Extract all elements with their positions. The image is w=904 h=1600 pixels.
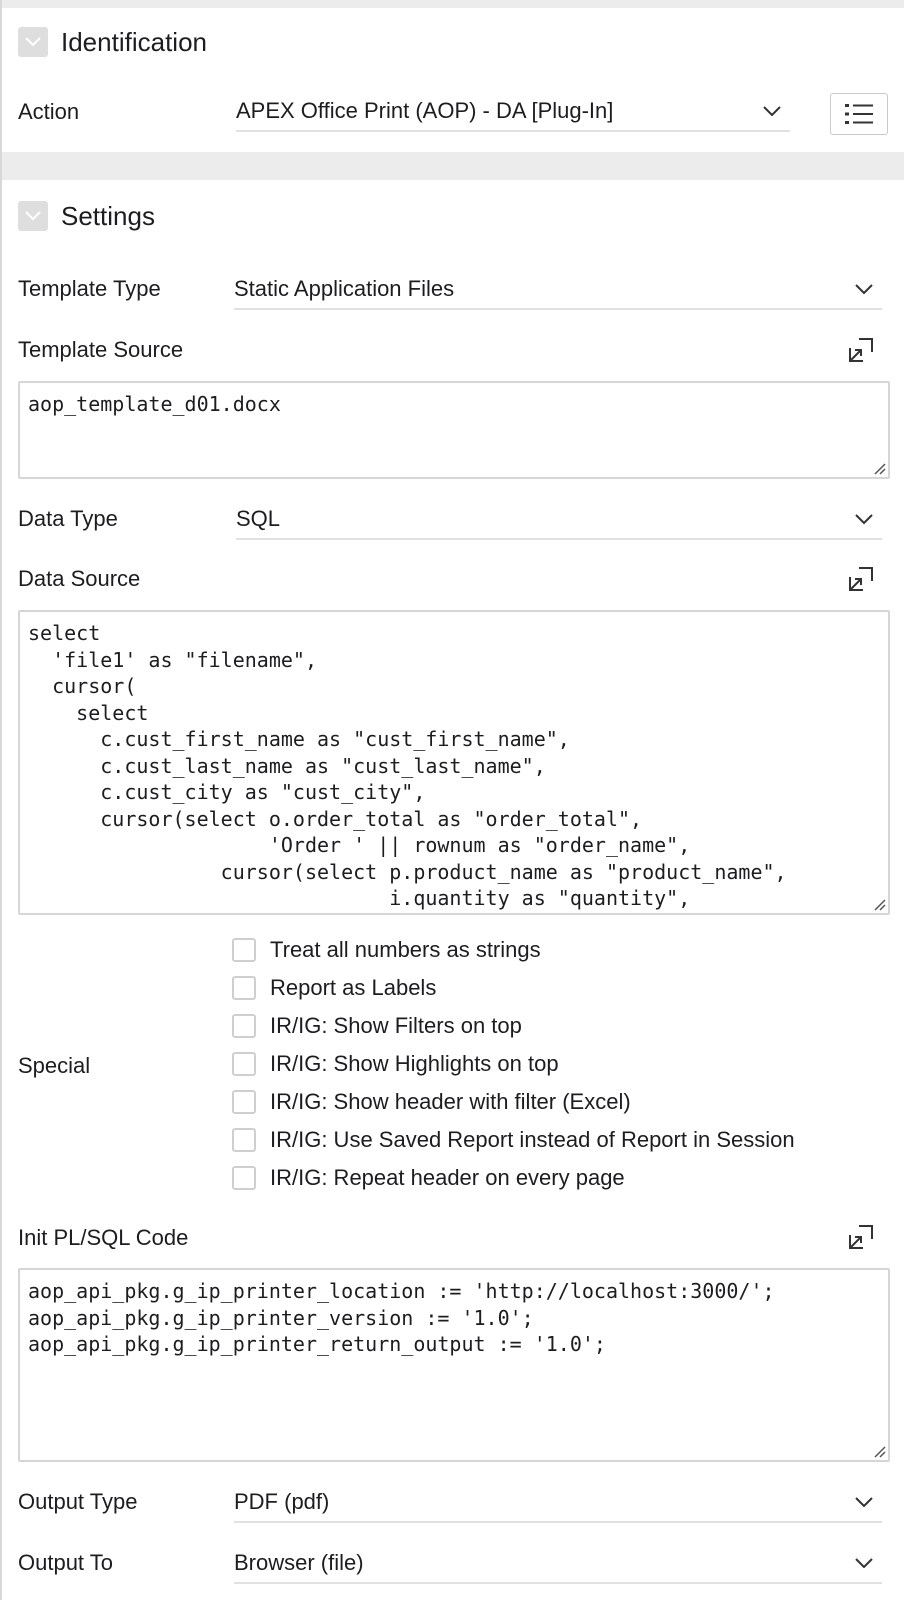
checkbox[interactable] bbox=[232, 976, 256, 1000]
checkbox-treat-numbers-as-strings[interactable]: Treat all numbers as strings bbox=[232, 935, 541, 965]
chevron-down-icon bbox=[852, 277, 876, 301]
panel-left-border bbox=[0, 0, 2, 1600]
template-source-value: aop_template_d01.docx bbox=[28, 392, 281, 416]
data-type-label: Data Type bbox=[18, 506, 118, 531]
identification-title: Identification bbox=[61, 26, 207, 57]
checkbox-label: Report as Labels bbox=[270, 975, 437, 1000]
checkbox-show-header-with-filter[interactable]: IR/IG: Show header with filter (Excel) bbox=[232, 1087, 631, 1117]
data-type-select[interactable]: SQL bbox=[236, 500, 882, 540]
output-type-value: PDF (pdf) bbox=[234, 1489, 330, 1514]
checkbox[interactable] bbox=[232, 1014, 256, 1038]
action-label: Action bbox=[18, 99, 80, 124]
settings-title: Settings bbox=[61, 200, 155, 231]
settings-header[interactable]: Settings bbox=[18, 200, 155, 232]
data-source-input[interactable]: select 'file1' as "filename", cursor( se… bbox=[18, 610, 890, 915]
output-type-select[interactable]: PDF (pdf) bbox=[234, 1483, 882, 1523]
identification-header[interactable]: Identification bbox=[18, 26, 207, 58]
expand-editor-icon[interactable] bbox=[846, 564, 876, 594]
chevron-down-icon[interactable] bbox=[18, 201, 48, 231]
checkbox-label: IR/IG: Show Filters on top bbox=[270, 1013, 522, 1038]
checkbox-show-filters-on-top[interactable]: IR/IG: Show Filters on top bbox=[232, 1011, 522, 1041]
checkbox-label: IR/IG: Repeat header on every page bbox=[270, 1165, 625, 1190]
chevron-down-icon bbox=[852, 507, 876, 531]
init-code-label: Init PL/SQL Code bbox=[18, 1225, 189, 1250]
action-value: APEX Office Print (AOP) - DA [Plug-In] bbox=[236, 98, 614, 123]
checkbox-use-saved-report[interactable]: IR/IG: Use Saved Report instead of Repor… bbox=[232, 1125, 795, 1155]
template-type-label: Template Type bbox=[18, 276, 161, 301]
expand-editor-icon[interactable] bbox=[846, 335, 876, 365]
list-icon bbox=[845, 104, 873, 124]
checkbox-repeat-header[interactable]: IR/IG: Repeat header on every page bbox=[232, 1163, 625, 1193]
resize-grip-icon[interactable] bbox=[872, 897, 886, 911]
checkbox-label: IR/IG: Show Highlights on top bbox=[270, 1051, 559, 1076]
chevron-down-icon bbox=[852, 1490, 876, 1514]
checkbox[interactable] bbox=[232, 1166, 256, 1190]
list-button[interactable] bbox=[830, 93, 888, 135]
section-separator bbox=[2, 152, 904, 180]
special-label: Special bbox=[18, 1053, 91, 1078]
resize-grip-icon[interactable] bbox=[872, 461, 886, 475]
template-type-value: Static Application Files bbox=[234, 276, 455, 301]
init-code-input[interactable]: aop_api_pkg.g_ip_printer_location := 'ht… bbox=[18, 1268, 890, 1462]
checkbox[interactable] bbox=[232, 1128, 256, 1152]
expand-editor-icon[interactable] bbox=[846, 1222, 876, 1252]
output-to-select[interactable]: Browser (file) bbox=[234, 1544, 882, 1584]
checkbox-show-highlights-on-top[interactable]: IR/IG: Show Highlights on top bbox=[232, 1049, 559, 1079]
checkbox-label: IR/IG: Use Saved Report instead of Repor… bbox=[270, 1127, 795, 1152]
checkbox-label: Treat all numbers as strings bbox=[270, 937, 541, 962]
output-type-label: Output Type bbox=[18, 1489, 138, 1514]
data-source-value: select 'file1' as "filename", cursor( se… bbox=[28, 621, 787, 910]
template-source-input[interactable]: aop_template_d01.docx bbox=[18, 381, 890, 479]
init-code-value: aop_api_pkg.g_ip_printer_location := 'ht… bbox=[28, 1279, 775, 1356]
checkbox[interactable] bbox=[232, 1052, 256, 1076]
resize-grip-icon[interactable] bbox=[872, 1444, 886, 1458]
template-source-label: Template Source bbox=[18, 337, 184, 362]
chevron-down-icon bbox=[852, 1551, 876, 1575]
output-to-label: Output To bbox=[18, 1550, 113, 1575]
checkbox[interactable] bbox=[232, 938, 256, 962]
checkbox-report-as-labels[interactable]: Report as Labels bbox=[232, 973, 436, 1003]
chevron-down-icon[interactable] bbox=[18, 27, 48, 57]
top-separator bbox=[2, 0, 904, 8]
data-type-value: SQL bbox=[236, 506, 281, 531]
data-source-label: Data Source bbox=[18, 566, 141, 591]
checkbox-label: IR/IG: Show header with filter (Excel) bbox=[270, 1089, 631, 1114]
action-select[interactable]: APEX Office Print (AOP) - DA [Plug-In] bbox=[236, 92, 790, 132]
checkbox[interactable] bbox=[232, 1090, 256, 1114]
output-to-value: Browser (file) bbox=[234, 1550, 364, 1575]
chevron-down-icon bbox=[760, 99, 784, 123]
template-type-select[interactable]: Static Application Files bbox=[234, 270, 882, 310]
